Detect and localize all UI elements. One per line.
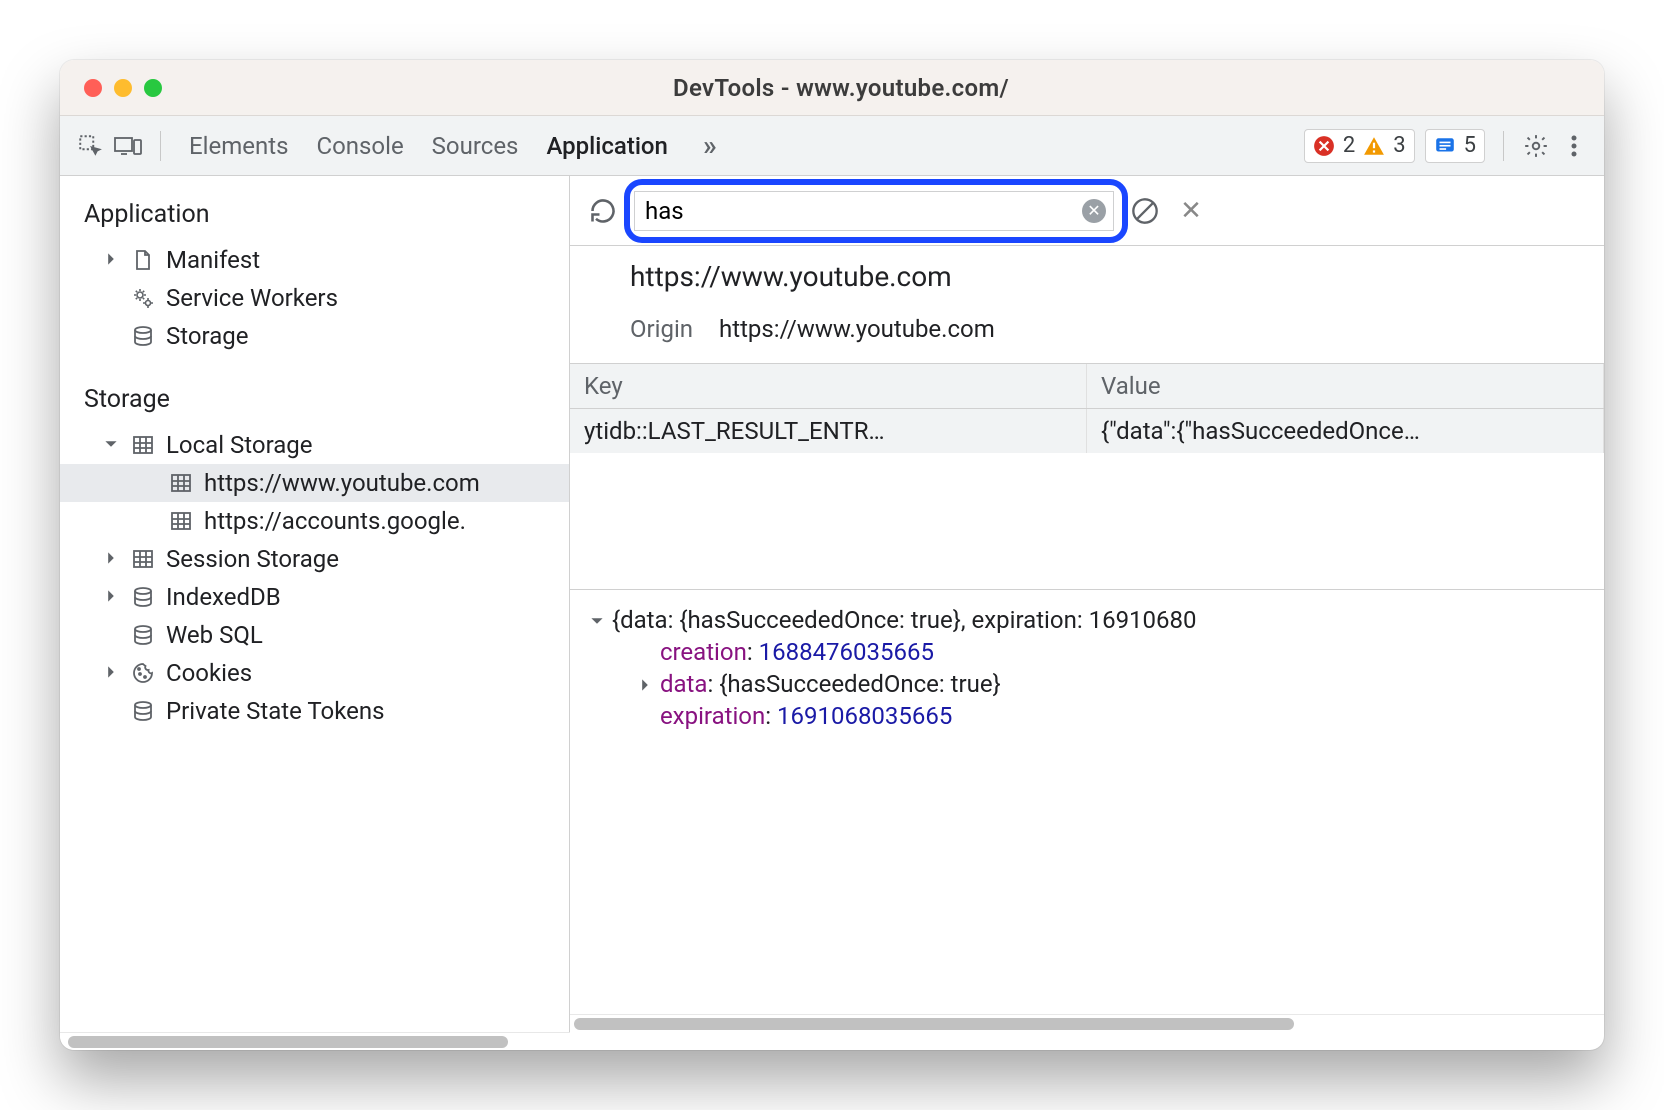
info-icon bbox=[1434, 135, 1456, 157]
grid-icon bbox=[130, 432, 156, 458]
grid-icon bbox=[168, 470, 194, 496]
grid-icon bbox=[168, 508, 194, 534]
tab-elements[interactable]: Elements bbox=[189, 128, 288, 164]
filter-bar: ✕ ✕ bbox=[570, 176, 1604, 246]
content-panel: ✕ ✕ https://www.youtube.com Origin https… bbox=[570, 176, 1604, 1032]
clear-filter-icon[interactable]: ✕ bbox=[1082, 199, 1106, 223]
kebab-menu-icon[interactable] bbox=[1560, 132, 1588, 160]
twist-icon[interactable] bbox=[104, 665, 120, 681]
close-window-button[interactable] bbox=[84, 79, 102, 97]
sidebar-item[interactable]: Cookies bbox=[60, 654, 569, 692]
sidebar-item[interactable]: Web SQL bbox=[60, 616, 569, 654]
more-tabs-icon[interactable]: » bbox=[696, 132, 724, 160]
twist-icon[interactable] bbox=[104, 328, 120, 344]
preview-summary[interactable]: {data: {hasSucceededOnce: true}, expirat… bbox=[588, 604, 1586, 636]
sidebar-item-label: Service Workers bbox=[166, 284, 338, 312]
maximize-window-button[interactable] bbox=[144, 79, 162, 97]
db-icon bbox=[130, 698, 156, 724]
sidebar-item[interactable]: Manifest bbox=[60, 241, 569, 279]
origin-area: https://www.youtube.com Origin https://w… bbox=[570, 246, 1604, 364]
sidebar-item[interactable]: Local Storage bbox=[60, 426, 569, 464]
delete-selected-icon[interactable]: ✕ bbox=[1176, 196, 1206, 226]
sidebar-scrollbar[interactable] bbox=[60, 1032, 570, 1050]
issues-count[interactable]: 5 bbox=[1425, 129, 1485, 163]
sidebar: Application Manifest Service Workers Storag… bbox=[60, 176, 570, 1032]
tab-application[interactable]: Application bbox=[546, 128, 667, 164]
origin-title: https://www.youtube.com bbox=[630, 260, 1576, 293]
sidebar-item-label: Local Storage bbox=[166, 431, 313, 459]
twist-icon[interactable] bbox=[142, 475, 158, 491]
window-title: DevTools - www.youtube.com/ bbox=[162, 74, 1520, 102]
storage-table: Key Value ytidb::LAST_RESULT_ENTR…{"data… bbox=[570, 364, 1604, 590]
sidebar-item[interactable]: https://www.youtube.com bbox=[60, 464, 569, 502]
sidebar-item-label: Session Storage bbox=[166, 545, 339, 573]
twist-icon[interactable] bbox=[104, 252, 120, 268]
preview-line[interactable]: creation: 1688476035665 bbox=[588, 636, 1586, 668]
table-row[interactable]: ytidb::LAST_RESULT_ENTR…{"data":{"hasSuc… bbox=[570, 409, 1604, 453]
sidebar-item[interactable]: Private State Tokens bbox=[60, 692, 569, 730]
twist-icon[interactable] bbox=[104, 589, 120, 605]
warning-icon bbox=[1363, 135, 1385, 157]
refresh-icon[interactable] bbox=[588, 196, 618, 226]
grid-icon bbox=[130, 546, 156, 572]
main-toolbar: Elements Console Sources Application » 2… bbox=[60, 116, 1604, 176]
gears-icon bbox=[130, 285, 156, 311]
sidebar-section-application: Application bbox=[60, 194, 569, 241]
sidebar-item[interactable]: https://accounts.google. bbox=[60, 502, 569, 540]
origin-value: https://www.youtube.com bbox=[719, 315, 995, 343]
horizontal-scrollbar[interactable] bbox=[570, 1014, 1604, 1032]
filter-input[interactable] bbox=[634, 191, 1114, 231]
sidebar-item[interactable]: Session Storage bbox=[60, 540, 569, 578]
error-icon bbox=[1313, 135, 1335, 157]
col-value[interactable]: Value bbox=[1087, 364, 1604, 408]
sidebar-item-label: Web SQL bbox=[166, 621, 263, 649]
twist-icon[interactable] bbox=[104, 627, 120, 643]
titlebar: DevTools - www.youtube.com/ bbox=[60, 60, 1604, 116]
file-icon bbox=[130, 247, 156, 273]
table-header: Key Value bbox=[570, 364, 1604, 409]
cookie-icon bbox=[130, 660, 156, 686]
filter-search-wrap: ✕ bbox=[634, 191, 1114, 231]
sidebar-item[interactable]: Service Workers bbox=[60, 279, 569, 317]
sidebar-item[interactable]: Storage bbox=[60, 317, 569, 355]
sidebar-item-label: Private State Tokens bbox=[166, 697, 385, 725]
inspect-element-icon[interactable] bbox=[76, 132, 104, 160]
sidebar-item-label: Manifest bbox=[166, 246, 260, 274]
origin-label: Origin bbox=[630, 315, 693, 343]
db-icon bbox=[130, 323, 156, 349]
db-icon bbox=[130, 622, 156, 648]
twist-icon[interactable] bbox=[104, 551, 120, 567]
minimize-window-button[interactable] bbox=[114, 79, 132, 97]
sidebar-item-label: https://accounts.google. bbox=[204, 507, 466, 535]
clear-all-icon[interactable] bbox=[1130, 196, 1160, 226]
db-icon bbox=[130, 584, 156, 610]
twist-icon[interactable] bbox=[104, 437, 120, 453]
cell-key: ytidb::LAST_RESULT_ENTR… bbox=[570, 409, 1087, 453]
traffic-lights bbox=[84, 79, 162, 97]
twist-icon[interactable] bbox=[142, 513, 158, 529]
sidebar-item[interactable]: IndexedDB bbox=[60, 578, 569, 616]
preview-line[interactable]: data: {hasSucceededOnce: true} bbox=[588, 668, 1586, 700]
sidebar-section-storage: Storage bbox=[60, 379, 569, 426]
col-key[interactable]: Key bbox=[570, 364, 1087, 408]
panel-tabs: Elements Console Sources Application » bbox=[189, 128, 724, 164]
cell-value: {"data":{"hasSucceededOnce… bbox=[1087, 409, 1604, 453]
sidebar-item-label: IndexedDB bbox=[166, 583, 281, 611]
value-preview: {data: {hasSucceededOnce: true}, expirat… bbox=[570, 590, 1604, 1014]
error-count[interactable]: 2 3 bbox=[1304, 129, 1415, 163]
twist-icon[interactable] bbox=[104, 703, 120, 719]
sidebar-item-label: Storage bbox=[166, 322, 248, 350]
settings-icon[interactable] bbox=[1522, 132, 1550, 160]
sidebar-item-label: Cookies bbox=[166, 659, 252, 687]
twist-icon[interactable] bbox=[104, 290, 120, 306]
tab-sources[interactable]: Sources bbox=[432, 128, 519, 164]
devtools-window: DevTools - www.youtube.com/ Elements Con… bbox=[60, 60, 1604, 1050]
sidebar-item-label: https://www.youtube.com bbox=[204, 469, 480, 497]
preview-line[interactable]: expiration: 1691068035665 bbox=[588, 700, 1586, 732]
tab-console[interactable]: Console bbox=[316, 128, 403, 164]
device-toolbar-icon[interactable] bbox=[114, 132, 142, 160]
